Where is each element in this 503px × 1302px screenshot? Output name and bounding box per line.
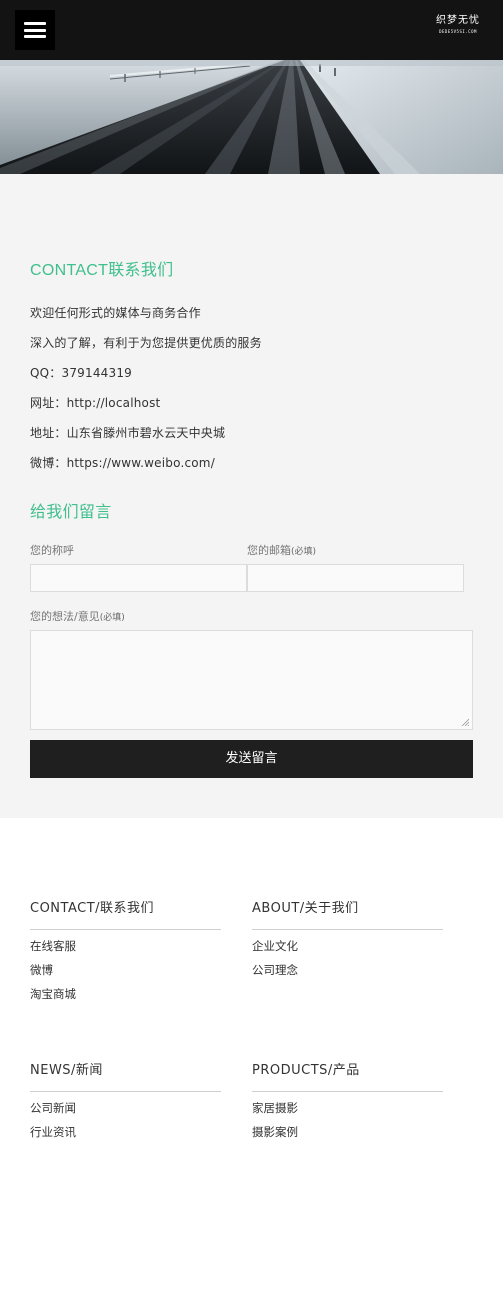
site-logo[interactable]: 织梦无忧 DEDE5V5SI.COM (433, 14, 483, 36)
footer-link-taobao[interactable]: 淘宝商城 (30, 982, 221, 1006)
logo-text: 织梦无忧 (436, 15, 480, 26)
footer-link-industry-news[interactable]: 行业资讯 (30, 1120, 221, 1144)
footer-column-title: PRODUCTS/产品 (252, 1062, 443, 1092)
menu-toggle-button[interactable] (15, 10, 55, 50)
footer-link-culture[interactable]: 企业文化 (252, 934, 443, 958)
footer-link-home-photography[interactable]: 家居摄影 (252, 1096, 443, 1120)
footer-link-philosophy[interactable]: 公司理念 (252, 958, 443, 982)
footer-column-about: ABOUT/关于我们 企业文化 公司理念 (252, 900, 443, 982)
banner-image (0, 60, 503, 174)
hamburger-line-icon (24, 28, 46, 32)
footer-link-online-service[interactable]: 在线客服 (30, 934, 221, 958)
email-label-text: 您的邮箱 (247, 544, 291, 557)
name-label-text: 您的称呼 (30, 544, 74, 557)
footer-column-title: NEWS/新闻 (30, 1062, 221, 1092)
footer-link-company-news[interactable]: 公司新闻 (30, 1096, 221, 1120)
name-label: 您的称呼 (30, 542, 74, 558)
email-label: 您的邮箱(必填) (247, 542, 316, 558)
contact-qq: QQ：379144319 (30, 366, 133, 380)
contact-intro-line: 深入的了解，有利于为您提供更优质的服务 (30, 336, 262, 350)
contact-title: CONTACT联系我们 (30, 262, 174, 279)
contact-address: 地址：山东省滕州市碧水云天中央城 (30, 426, 226, 440)
footer-column-title: CONTACT/联系我们 (30, 900, 221, 930)
opinion-label-text: 您的想法/意见 (30, 610, 100, 623)
footer-link-photo-cases[interactable]: 摄影案例 (252, 1120, 443, 1144)
required-note: (必填) (291, 547, 317, 557)
footer-column-news: NEWS/新闻 公司新闻 行业资讯 (30, 1062, 221, 1144)
contact-website: 网址：http://localhost (30, 396, 161, 410)
email-input[interactable] (247, 564, 464, 592)
hamburger-line-icon (24, 22, 46, 25)
contact-intro-line: 欢迎任何形式的媒体与商务合作 (30, 306, 201, 320)
name-input[interactable] (30, 564, 247, 592)
send-message-button[interactable]: 发送留言 (30, 740, 473, 778)
contact-weibo: 微博：https://www.weibo.com/ (30, 456, 215, 470)
required-note: (必填) (99, 613, 125, 623)
footer-column-title: ABOUT/关于我们 (252, 900, 443, 930)
resize-grip-icon[interactable] (461, 718, 469, 726)
footer-column-products: PRODUCTS/产品 家居摄影 摄影案例 (252, 1062, 443, 1144)
opinion-textarea[interactable] (30, 630, 473, 730)
opinion-label: 您的想法/意见(必填) (30, 608, 125, 624)
footer-column-contact: CONTACT/联系我们 在线客服 微博 淘宝商城 (30, 900, 221, 1006)
logo-subtext: DEDE5V5SI.COM (439, 29, 477, 34)
hamburger-line-icon (24, 35, 46, 38)
message-form-title: 给我们留言 (30, 504, 112, 521)
footer-link-weibo[interactable]: 微博 (30, 958, 221, 982)
snowy-road-image (0, 60, 503, 174)
contact-section: CONTACT联系我们 欢迎任何形式的媒体与商务合作 深入的了解，有利于为您提供… (0, 174, 503, 818)
top-header: 织梦无忧 DEDE5V5SI.COM (0, 0, 503, 60)
